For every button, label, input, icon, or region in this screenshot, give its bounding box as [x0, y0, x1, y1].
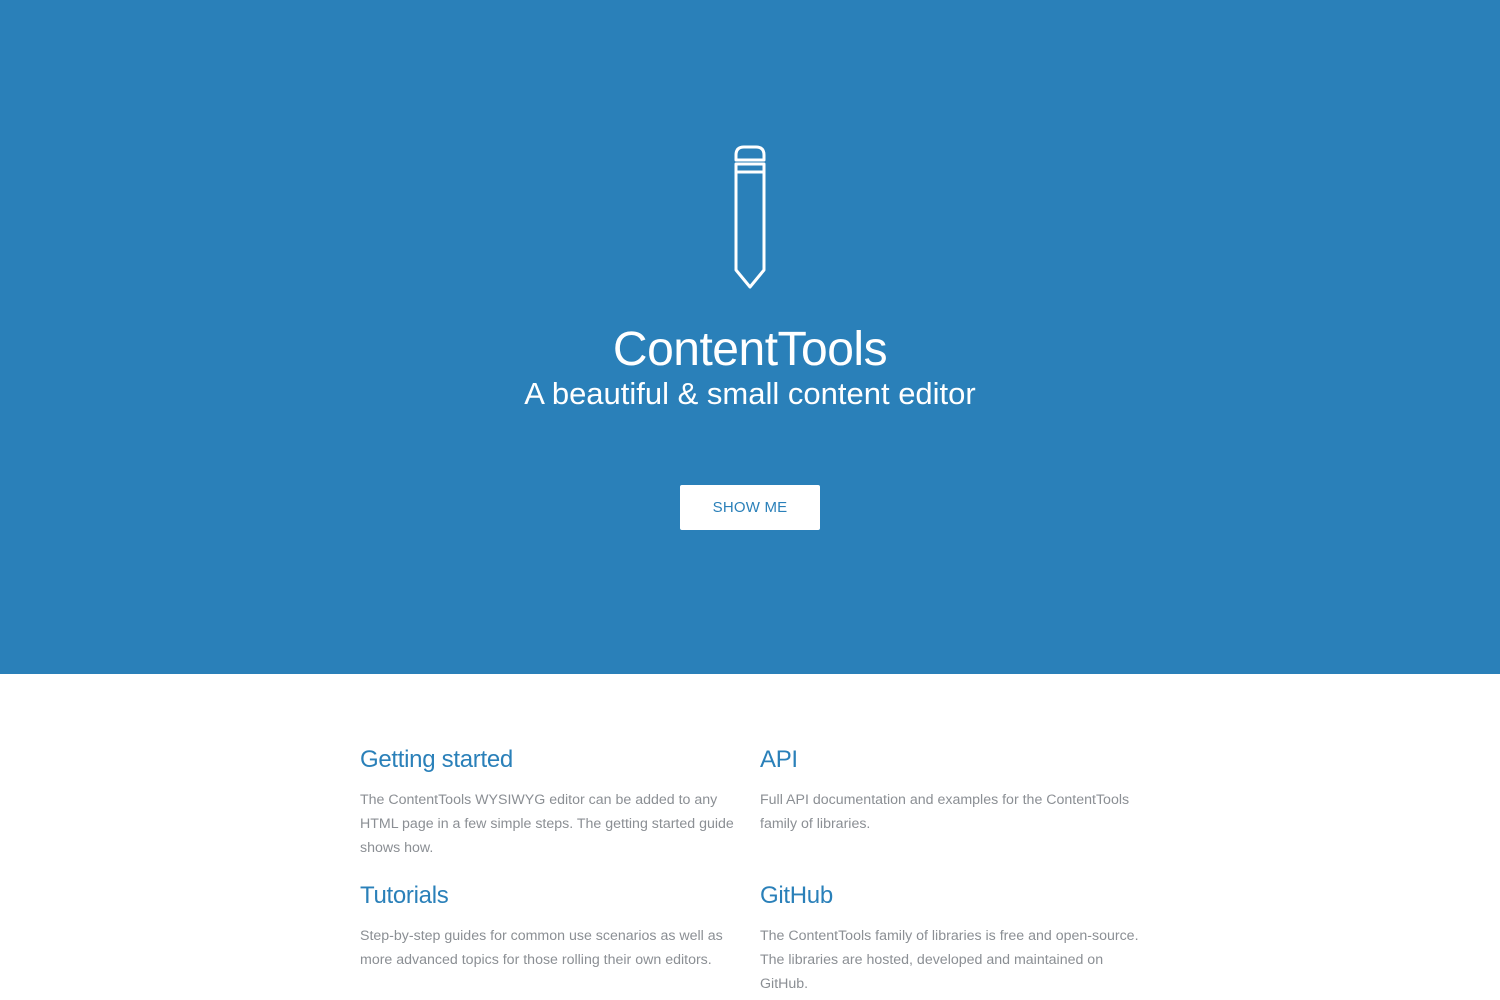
feature-title-github[interactable]: GitHub [760, 876, 1140, 916]
feature-api: API Full API documentation and examples … [760, 740, 1140, 836]
pencil-icon [734, 145, 766, 289]
feature-getting-started: Getting started The ContentTools WYSIWYG… [360, 740, 740, 860]
feature-description: Step-by-step guides for common use scena… [360, 928, 723, 968]
feature-title-tutorials[interactable]: Tutorials [360, 876, 740, 916]
show-me-button[interactable]: SHOW ME [680, 485, 820, 530]
feature-title-api[interactable]: API [760, 740, 1140, 780]
feature-title-getting-started[interactable]: Getting started [360, 740, 740, 780]
hero-section: ContentTools A beautiful & small content… [0, 0, 1500, 674]
hero-title: ContentTools [612, 323, 888, 376]
feature-tutorials: Tutorials Step-by-step guides for common… [360, 876, 740, 972]
feature-description: Full API documentation and examples for … [760, 792, 1130, 832]
feature-github: GitHub The ContentTools family of librar… [760, 876, 1140, 996]
feature-description: The ContentTools WYSIWYG editor can be a… [360, 792, 734, 856]
hero-subtitle: A beautiful & small content editor [524, 376, 976, 411]
feature-description: The ContentTools family of libraries is … [760, 928, 1139, 992]
